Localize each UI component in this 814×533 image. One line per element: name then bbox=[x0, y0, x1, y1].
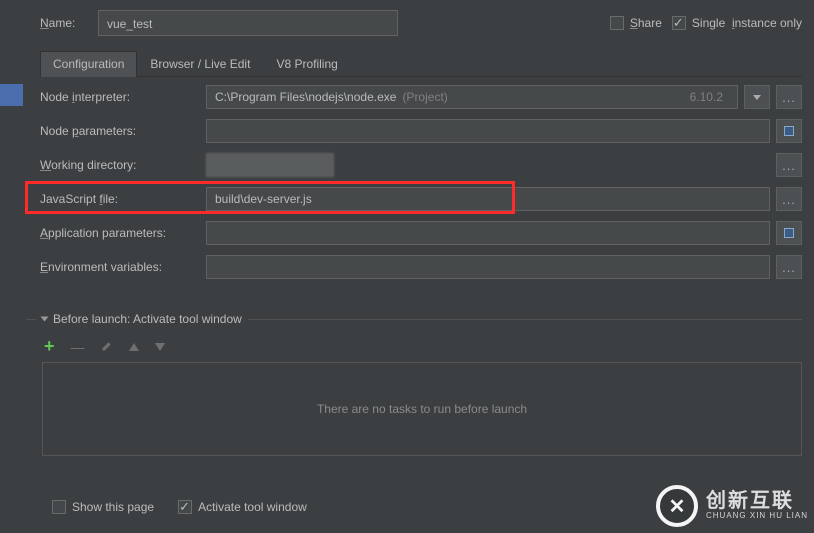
checkbox-icon bbox=[52, 500, 66, 514]
node-parameters-expand-button[interactable] bbox=[776, 119, 802, 143]
node-interpreter-version: 6.10.2 bbox=[690, 85, 729, 109]
before-launch-section[interactable]: Before launch: Activate tool window bbox=[26, 312, 802, 326]
javascript-file-browse-button[interactable]: ... bbox=[776, 187, 802, 211]
javascript-file-label: JavaScript file: bbox=[40, 192, 206, 206]
before-launch-title: Before launch: Activate tool window bbox=[53, 312, 242, 326]
javascript-file-field[interactable]: build\dev-server.js bbox=[206, 187, 770, 211]
node-interpreter-field[interactable]: C:\Program Files\nodejs\node.exe (Projec… bbox=[206, 85, 738, 109]
node-interpreter-browse-button[interactable]: ... bbox=[776, 85, 802, 109]
show-this-page-checkbox[interactable]: Show this page bbox=[52, 500, 154, 514]
move-up-button[interactable] bbox=[129, 343, 139, 351]
working-directory-label: Working directory: bbox=[40, 158, 206, 172]
share-checkbox[interactable]: Share bbox=[610, 16, 662, 30]
row-javascript-file: JavaScript file: build\dev-server.js ... bbox=[40, 182, 802, 216]
expand-icon bbox=[783, 227, 795, 239]
chevron-down-icon bbox=[753, 95, 761, 100]
environment-variables-field[interactable] bbox=[206, 255, 770, 279]
single-instance-checkbox[interactable]: Single instance only bbox=[672, 16, 802, 30]
tasks-empty-text: There are no tasks to run before launch bbox=[317, 402, 527, 416]
tasks-list[interactable]: There are no tasks to run before launch bbox=[42, 362, 802, 456]
expand-icon bbox=[783, 125, 795, 137]
node-interpreter-project-suffix: (Project) bbox=[402, 85, 447, 109]
node-parameters-field[interactable] bbox=[206, 119, 770, 143]
remove-task-button[interactable]: — bbox=[71, 339, 85, 355]
working-directory-field[interactable] bbox=[206, 153, 334, 177]
before-launch-toolbar: + — bbox=[44, 336, 165, 357]
move-down-button[interactable] bbox=[155, 343, 165, 351]
row-node-interpreter: Node interpreter: C:\Program Files\nodej… bbox=[40, 80, 802, 114]
activate-tool-window-checkbox[interactable]: Activate tool window bbox=[178, 500, 307, 514]
row-environment-variables: Environment variables: ... bbox=[40, 250, 802, 284]
checkbox-icon bbox=[178, 500, 192, 514]
tab-configuration[interactable]: Configuration bbox=[40, 51, 137, 77]
row-application-parameters: Application parameters: bbox=[40, 216, 802, 250]
tab-bar: Configuration Browser / Live Edit V8 Pro… bbox=[40, 50, 802, 77]
activate-tool-window-label: Activate tool window bbox=[198, 500, 307, 514]
working-directory-browse-button[interactable]: ... bbox=[776, 153, 802, 177]
header-row: Name: vue_test Share Single instance onl… bbox=[40, 10, 802, 36]
add-task-button[interactable]: + bbox=[44, 336, 55, 357]
environment-variables-browse-button[interactable]: ... bbox=[776, 255, 802, 279]
show-this-page-label: Show this page bbox=[72, 500, 154, 514]
checkbox-icon bbox=[610, 16, 624, 30]
environment-variables-label: Environment variables: bbox=[40, 260, 206, 274]
name-input[interactable]: vue_test bbox=[98, 10, 398, 36]
application-parameters-expand-button[interactable] bbox=[776, 221, 802, 245]
application-parameters-field[interactable] bbox=[206, 221, 770, 245]
watermark-logo-icon: ✕ bbox=[656, 485, 698, 527]
application-parameters-label: Application parameters: bbox=[40, 226, 206, 240]
tab-browser-live-edit[interactable]: Browser / Live Edit bbox=[137, 51, 263, 77]
node-interpreter-dropdown[interactable] bbox=[744, 85, 770, 109]
checkbox-icon bbox=[672, 16, 686, 30]
node-interpreter-value: C:\Program Files\nodejs\node.exe bbox=[215, 85, 396, 109]
selection-marker bbox=[0, 84, 23, 106]
node-interpreter-label: Node interpreter: bbox=[40, 90, 206, 104]
node-parameters-label: Node parameters: bbox=[40, 124, 206, 138]
watermark-en: CHUANG XIN HU LIAN bbox=[706, 512, 808, 520]
row-working-directory: Working directory: ... bbox=[40, 148, 802, 182]
edit-task-button[interactable] bbox=[101, 339, 113, 355]
collapse-icon bbox=[41, 317, 49, 322]
row-node-parameters: Node parameters: bbox=[40, 114, 802, 148]
watermark-cn: 创新互联 bbox=[706, 491, 808, 512]
config-form: Node interpreter: C:\Program Files\nodej… bbox=[40, 80, 802, 284]
watermark: ✕ 创新互联 CHUANG XIN HU LIAN bbox=[656, 485, 808, 527]
name-label: Name: bbox=[40, 16, 88, 30]
left-gutter bbox=[0, 0, 24, 533]
footer-options: Show this page Activate tool window bbox=[52, 500, 307, 514]
tab-v8-profiling[interactable]: V8 Profiling bbox=[263, 51, 350, 77]
pencil-icon bbox=[101, 340, 113, 352]
